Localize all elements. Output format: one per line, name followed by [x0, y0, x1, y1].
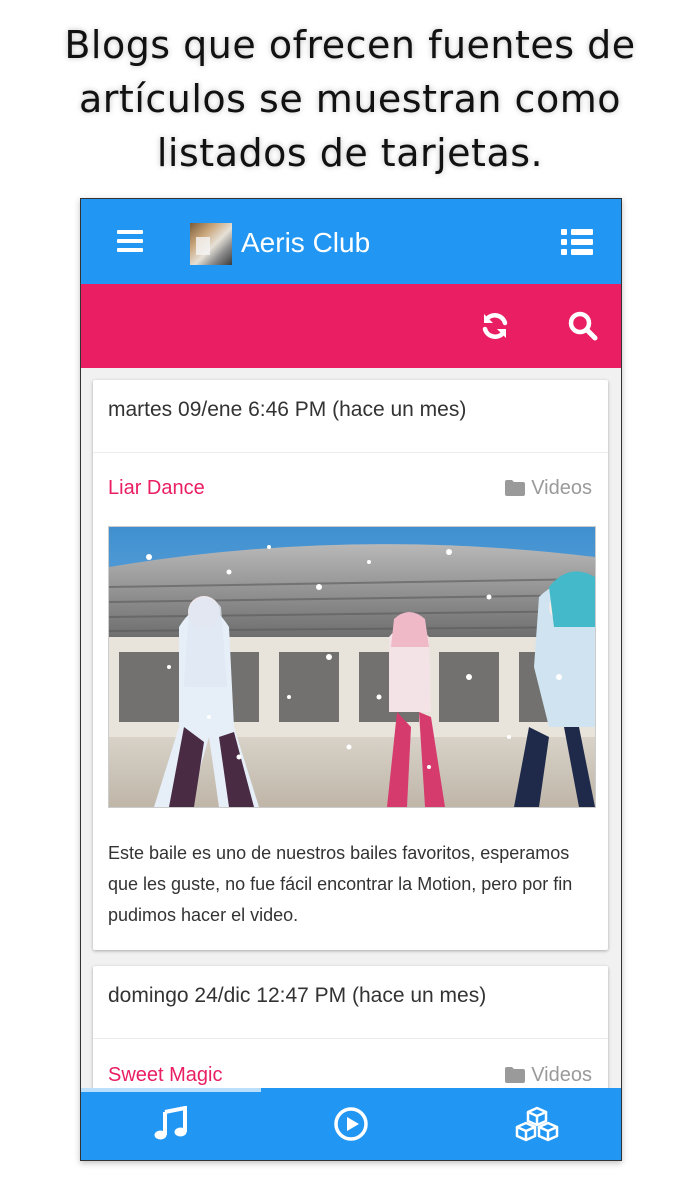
play-circle-icon [334, 1107, 368, 1141]
nav-tab-videos[interactable] [261, 1088, 441, 1160]
folder-icon [505, 1067, 526, 1083]
folder-icon [505, 480, 526, 496]
divider [93, 1038, 608, 1039]
post-category-label: Videos [531, 1064, 592, 1086]
action-toolbar [81, 284, 621, 368]
promo-caption: Blogs que ofrecen fuentes de artículos s… [0, 18, 700, 180]
post-date: domingo 24/dic 12:47 PM (hace un mes) [108, 984, 487, 1007]
post-category-label: Videos [531, 477, 592, 499]
refresh-icon[interactable] [479, 310, 511, 342]
search-icon[interactable] [567, 310, 599, 342]
phone-screen: Aeris Club martes 09/ene 6:46 PM (hace u… [80, 198, 622, 1161]
promo-line-3: listados de tarjetas. [156, 131, 544, 175]
post-category[interactable]: Videos [505, 477, 592, 500]
post-title[interactable]: Liar Dance [108, 477, 205, 500]
post-excerpt: Este baile es uno de nuestros bailes fav… [108, 843, 573, 925]
promo-line-1: Blogs que ofrecen fuentes de [64, 23, 636, 67]
bottom-navigation [81, 1088, 621, 1160]
music-icon [154, 1106, 187, 1140]
post-card[interactable]: martes 09/ene 6:46 PM (hace un mes) Liar… [93, 380, 608, 950]
divider [93, 452, 608, 453]
menu-icon[interactable] [117, 230, 143, 252]
app-bar: Aeris Club [81, 199, 621, 284]
post-date: martes 09/ene 6:46 PM (hace un mes) [108, 398, 467, 421]
cubes-icon [515, 1106, 559, 1142]
promo-line-2: artículos se muestran como [79, 77, 621, 121]
list-icon[interactable] [561, 229, 593, 255]
post-card[interactable]: domingo 24/dic 12:47 PM (hace un mes) Sw… [93, 966, 608, 1088]
app-title: Aeris Club [241, 227, 371, 258]
post-thumbnail[interactable] [108, 526, 596, 808]
post-feed[interactable]: martes 09/ene 6:46 PM (hace un mes) Liar… [81, 368, 621, 1088]
post-category[interactable]: Videos [505, 1064, 592, 1087]
app-logo [190, 223, 232, 265]
post-title[interactable]: Sweet Magic [108, 1064, 223, 1087]
nav-tab-music[interactable] [81, 1088, 261, 1160]
nav-tab-apps[interactable] [441, 1088, 621, 1160]
thumbnail-image [109, 527, 595, 807]
